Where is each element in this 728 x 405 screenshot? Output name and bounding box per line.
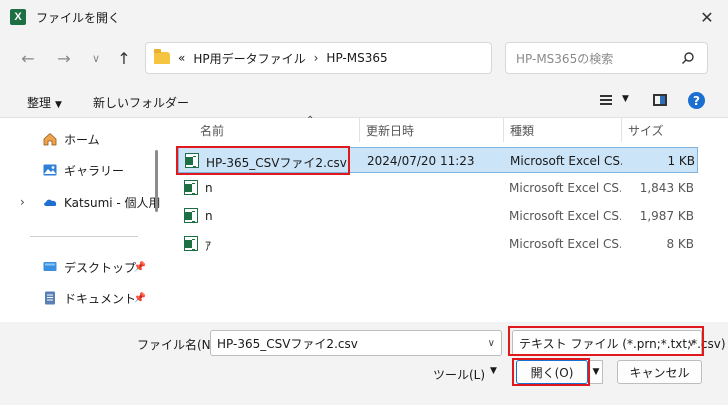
sort-ascending-icon: ⌃	[306, 115, 315, 126]
cancel-button[interactable]: キャンセル	[617, 360, 702, 384]
preview-pane-icon[interactable]	[653, 94, 667, 106]
sidebar-item-label: デスクトップ	[64, 260, 137, 275]
back-button[interactable]: ←	[18, 48, 38, 68]
close-icon: ✕	[700, 7, 714, 27]
breadcrumb-hp-ms365[interactable]: HP-MS365	[326, 51, 387, 65]
search-icon	[682, 52, 694, 64]
navigation-bar: ← → ∨ ↑ « HP用データファイル › HP-MS365 HP-MS365…	[0, 34, 728, 82]
tools-caret-icon[interactable]: ▼	[490, 366, 497, 376]
chevron-down-icon[interactable]: ∨	[688, 338, 695, 349]
excel-file-icon	[185, 153, 199, 168]
arrow-right-icon: →	[57, 48, 71, 68]
sidebar-item-onedrive[interactable]: › Katsumi - 個人用	[0, 188, 161, 216]
caret-down-icon: ▼	[55, 100, 62, 110]
pin-icon[interactable]: 📌	[134, 262, 146, 273]
search-placeholder: HP-MS365の検索	[516, 51, 614, 66]
column-header-modified[interactable]: 更新日時	[360, 118, 503, 142]
file-type: Microsoft Excel CS...	[509, 209, 621, 223]
file-name: n	[205, 181, 213, 195]
file-row[interactable]: n Microsoft Excel CS... 1,987 KB	[178, 203, 698, 229]
filename-input[interactable]: HP-365_CSVファイ2.csv ∨	[210, 330, 502, 356]
filename-value: HP-365_CSVファイ2.csv	[217, 336, 358, 351]
file-row[interactable]: ｱ Microsoft Excel CS... 8 KB	[178, 231, 698, 257]
sidebar-item-label: ギャラリー	[64, 163, 125, 178]
excel-file-icon	[184, 180, 198, 195]
document-icon	[42, 290, 58, 306]
home-icon	[42, 131, 58, 147]
arrow-left-icon: ←	[21, 48, 35, 68]
open-options-caret-icon[interactable]: ▼	[589, 360, 603, 384]
organize-label: 整理	[27, 96, 52, 110]
open-button[interactable]: 開く(O)	[516, 360, 588, 384]
navigation-pane: ホーム ギャラリー › Katsumi - 個人用 デスクトップ 📌 ドキュメン…	[0, 118, 161, 322]
tools-button[interactable]: ツール(L)	[433, 366, 485, 383]
organize-button[interactable]: 整理 ▼	[27, 94, 62, 111]
list-view-icon[interactable]	[600, 95, 612, 105]
command-toolbar: 整理 ▼ 新しいフォルダー ▼ ?	[0, 82, 728, 118]
file-type: Microsoft Excel CS...	[509, 181, 621, 195]
column-header-size[interactable]: サイズ	[622, 118, 698, 142]
window-title: ファイルを開く	[36, 11, 121, 25]
chevron-right-icon[interactable]: ›	[20, 195, 25, 209]
file-name: n	[205, 209, 213, 223]
close-button[interactable]: ✕	[696, 6, 718, 28]
gallery-icon	[42, 162, 58, 178]
file-row[interactable]: n Microsoft Excel CS... 1,843 KB	[178, 175, 698, 201]
file-row[interactable]: HP-365_CSVファイ2.csv 2024/07/20 11:23 Micr…	[178, 147, 698, 173]
folder-icon	[154, 49, 170, 64]
up-button[interactable]: ↑	[114, 48, 134, 68]
sidebar-item-gallery[interactable]: ギャラリー	[0, 156, 160, 184]
file-size: 1,987 KB	[639, 209, 694, 223]
address-bar[interactable]: « HP用データファイル › HP-MS365	[145, 42, 492, 74]
pin-icon[interactable]: 📌	[134, 293, 146, 304]
forward-button[interactable]: →	[54, 48, 74, 68]
column-header-type[interactable]: 種類	[504, 118, 621, 142]
title-bar: X ファイルを開く ✕	[0, 0, 728, 34]
excel-file-icon	[184, 208, 198, 223]
sidebar-item-label: ドキュメント	[64, 291, 137, 306]
file-modified: 2024/07/20 11:23	[367, 154, 475, 168]
breadcrumb-separator[interactable]: ›	[314, 51, 319, 65]
file-type: Microsoft Excel CS...	[509, 237, 621, 251]
recent-locations-button[interactable]: ∨	[86, 48, 106, 68]
arrow-up-icon: ↑	[117, 48, 131, 68]
dialog-footer: ファイル名(N): HP-365_CSVファイ2.csv ∨ テキスト ファイル…	[0, 322, 728, 405]
help-icon[interactable]: ?	[688, 92, 705, 109]
filetype-select[interactable]: テキスト ファイル (*.prn;*.txt;*.csv) ∨	[512, 330, 726, 356]
desktop-icon	[42, 259, 58, 275]
file-size: 1 KB	[667, 154, 695, 168]
excel-app-icon: X	[10, 9, 26, 25]
cloud-icon	[42, 194, 58, 210]
search-input[interactable]: HP-MS365の検索	[505, 42, 708, 74]
excel-file-icon	[184, 236, 198, 251]
chevron-down-icon[interactable]: ∨	[488, 338, 495, 349]
breadcrumb-hp-data[interactable]: HP用データファイル	[193, 50, 305, 67]
sidebar-item-label: ホーム	[64, 132, 100, 147]
file-size: 8 KB	[666, 237, 694, 251]
file-list: 名前 ⌃ 更新日時 種類 サイズ HP-365_CSVファイ2.csv 2024…	[160, 115, 728, 322]
chevron-down-icon: ∨	[91, 51, 101, 65]
file-list-scrollbar[interactable]	[718, 118, 728, 322]
sidebar-item-label: Katsumi - 個人用	[64, 195, 161, 210]
filename-label: ファイル名(N):	[137, 338, 220, 352]
sidebar-divider	[30, 236, 138, 237]
sidebar-item-desktop[interactable]: デスクトップ 📌	[0, 253, 160, 281]
new-folder-button[interactable]: 新しいフォルダー	[93, 94, 189, 111]
column-header-label: 名前	[200, 123, 225, 138]
sidebar-item-documents[interactable]: ドキュメント 📌	[0, 284, 160, 312]
column-header-name[interactable]: 名前 ⌃	[194, 115, 360, 142]
file-type: Microsoft Excel CS...	[510, 154, 622, 168]
sidebar-item-home[interactable]: ホーム	[0, 125, 160, 153]
view-options-caret-icon[interactable]: ▼	[622, 94, 629, 104]
file-size: 1,843 KB	[639, 181, 694, 195]
file-name: HP-365_CSVファイ2.csv	[206, 156, 347, 170]
file-name: ｱ	[205, 239, 212, 253]
sidebar-scrollbar[interactable]	[155, 150, 158, 212]
breadcrumb-overflow[interactable]: «	[178, 51, 185, 65]
